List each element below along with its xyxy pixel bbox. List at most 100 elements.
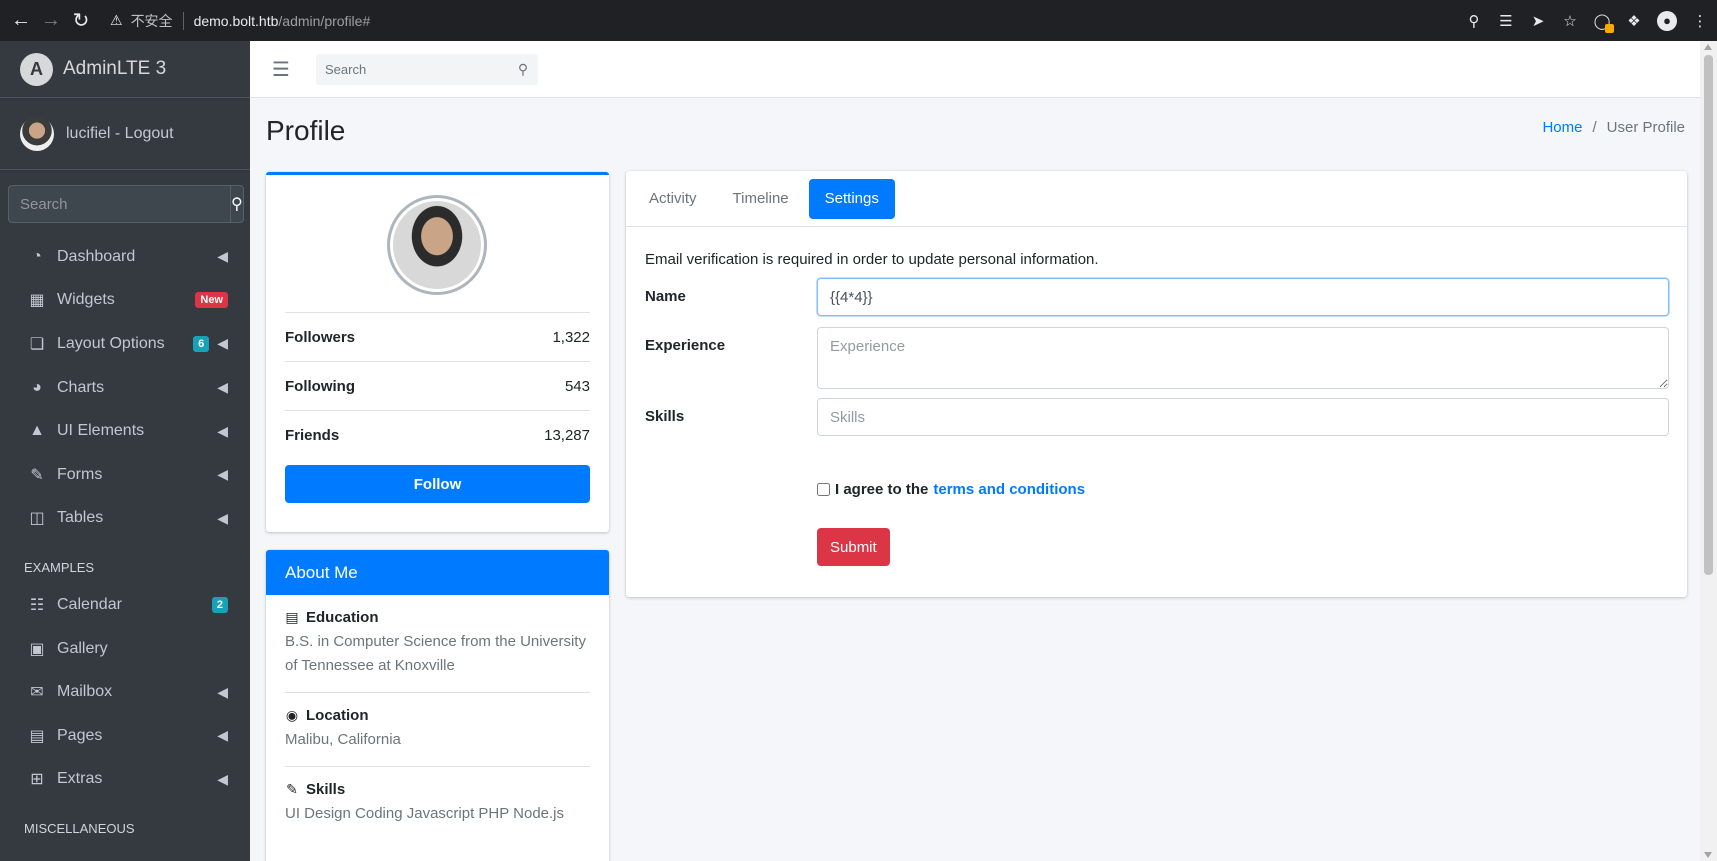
sidebar-item-gallery[interactable]: ▣ Gallery: [0, 627, 250, 671]
back-icon[interactable]: ←: [6, 6, 36, 36]
reload-icon[interactable]: ↻: [66, 6, 96, 36]
stat-label: Friends: [285, 426, 340, 444]
chevron-left-icon: ◀: [217, 727, 228, 744]
sidebar-item-label: Calendar: [57, 595, 122, 613]
navbar-search-input[interactable]: [316, 53, 508, 85]
send-icon[interactable]: ➤: [1529, 12, 1547, 30]
image-icon: ▣: [29, 640, 45, 658]
about-section-text: Malibu, California: [285, 731, 401, 748]
name-row: Name: [645, 278, 1669, 316]
tab-activity[interactable]: Activity: [633, 179, 713, 219]
url-host: demo.bolt.htb: [193, 12, 279, 29]
name-input[interactable]: [817, 278, 1669, 316]
chevron-left-icon: ◀: [217, 683, 228, 700]
top-navbar: ☰ ⚲: [250, 41, 1700, 98]
url-path: /admin/profile#: [278, 12, 371, 29]
chevron-left-icon: ◀: [217, 466, 228, 483]
sidebar-item-ui-elements[interactable]: ▲ UI Elements ◀: [0, 409, 250, 453]
menu-dots-icon[interactable]: ⋮: [1691, 12, 1709, 30]
browser-toolbar: ← → ↻ ⚠ 不安全 demo.bolt.htb /admin/profile…: [0, 0, 1717, 41]
nav-header-miscellaneous: MISCELLANEOUS: [24, 821, 135, 837]
stat-label: Followers: [285, 328, 356, 346]
search-icon: ⚲: [231, 196, 243, 213]
sidebar-item-label: Extras: [57, 770, 103, 788]
sidebar-search-input[interactable]: [8, 185, 230, 223]
tab-timeline[interactable]: Timeline: [717, 179, 805, 219]
stat-followers: Followers 1,322: [285, 312, 590, 361]
sidebar-search: ⚲: [8, 185, 244, 223]
warning-icon: ⚠: [110, 12, 123, 28]
terms-link[interactable]: terms and conditions: [933, 481, 1085, 498]
follow-button[interactable]: Follow: [285, 465, 590, 503]
sidebar-item-forms[interactable]: ✎ Forms ◀: [0, 453, 250, 497]
forward-icon[interactable]: →: [36, 6, 66, 36]
new-badge: New: [195, 292, 228, 309]
puzzle-icon[interactable]: ❖: [1625, 12, 1643, 30]
page-scrollbar[interactable]: [1700, 41, 1717, 861]
about-section-title: Skills: [306, 781, 346, 798]
experience-textarea[interactable]: [817, 327, 1669, 389]
sidebar-search-button[interactable]: ⚲: [230, 185, 244, 223]
grid-icon: ▦: [29, 292, 45, 310]
tab-settings[interactable]: Settings: [808, 178, 895, 219]
sidebar-item-dashboard[interactable]: ◔ Dashboard ◀: [0, 235, 250, 279]
scroll-down-arrow-icon[interactable]: [1704, 852, 1712, 858]
brand-logo-icon: A: [20, 52, 53, 86]
translate-icon[interactable]: ☰: [1497, 12, 1515, 30]
book-icon: ▤: [285, 609, 299, 625]
user-logout-link[interactable]: lucifiel - Logout: [66, 125, 174, 143]
brand-link[interactable]: A AdminLTE 3: [0, 41, 250, 98]
chevron-left-icon: ◀: [217, 379, 228, 396]
page-title: Profile: [266, 115, 346, 146]
pencil-icon: ✎: [286, 781, 298, 797]
map-marker-icon: ◉: [285, 707, 299, 723]
agree-text: I agree to the: [835, 481, 929, 498]
scroll-up-arrow-icon[interactable]: [1704, 44, 1712, 50]
address-bar[interactable]: ⚠ 不安全 demo.bolt.htb /admin/profile#: [110, 6, 370, 36]
sidebar-item-widgets[interactable]: ▦ Widgets New: [0, 279, 250, 323]
dashboard-icon: ◔: [32, 247, 42, 265]
settings-card: Activity Timeline Settings Email verific…: [626, 171, 1687, 597]
stat-value[interactable]: 13,287: [544, 427, 590, 444]
sidebar-item-label: Forms: [57, 465, 103, 483]
terms-checkbox[interactable]: [817, 483, 830, 496]
breadcrumb-current: User Profile: [1606, 119, 1685, 136]
star-icon[interactable]: ☆: [1561, 12, 1579, 30]
sidebar-item-pages[interactable]: ▤ Pages ◀: [0, 714, 250, 758]
navbar-search-button[interactable]: ⚲: [508, 54, 538, 85]
about-skills: ✎ Skills UI Design Coding Javascript PHP …: [285, 781, 590, 840]
search-icon: ⚲: [517, 60, 529, 77]
stat-following: Following 543: [285, 361, 590, 410]
scrollbar-thumb[interactable]: [1704, 55, 1713, 575]
sidebar-item-label: Pages: [57, 726, 103, 744]
about-location: ◉ Location Malibu, California: [285, 707, 590, 767]
profile-card: Followers 1,322 Following 543 Friends 13…: [266, 172, 609, 532]
sidebar-item-layout-options[interactable]: ❏ Layout Options 6 ◀: [0, 322, 250, 366]
stat-value[interactable]: 543: [565, 378, 590, 395]
sidebar-item-label: UI Elements: [57, 422, 145, 440]
stat-value[interactable]: 1,322: [552, 329, 590, 346]
key-icon[interactable]: ⚲: [1465, 12, 1483, 30]
edit-icon: ✎: [30, 466, 44, 484]
count-badge: 6: [193, 335, 210, 352]
breadcrumb-home-link[interactable]: Home: [1542, 119, 1582, 136]
calendar-icon: ☷: [29, 596, 45, 614]
extension-icon[interactable]: ◯: [1593, 12, 1614, 33]
about-section-title: Location: [306, 707, 369, 724]
profile-stats: Followers 1,322 Following 543 Friends 13…: [285, 312, 590, 459]
sidebar-item-charts[interactable]: ◕ Charts ◀: [0, 366, 250, 410]
sidebar-item-label: Layout Options: [57, 334, 165, 352]
chevron-left-icon: ◀: [217, 248, 228, 265]
profile-avatar-icon[interactable]: ●: [1657, 10, 1677, 31]
sidebar-item-label: Dashboard: [57, 247, 136, 265]
sidebar-item-calendar[interactable]: ☷ Calendar 2: [0, 583, 250, 627]
book-icon: ▤: [29, 727, 45, 745]
submit-button[interactable]: Submit: [817, 528, 890, 566]
profile-tabs: Activity Timeline Settings: [626, 171, 1687, 227]
hamburger-menu-icon[interactable]: ☰: [272, 57, 292, 82]
skills-input[interactable]: [817, 398, 1669, 436]
count-badge: 2: [211, 596, 228, 613]
sidebar-item-mailbox[interactable]: ✉ Mailbox ◀: [0, 670, 250, 714]
sidebar-item-extras[interactable]: ⊞ Extras ◀: [0, 758, 250, 802]
sidebar-item-tables[interactable]: ◫ Tables ◀: [0, 497, 250, 541]
